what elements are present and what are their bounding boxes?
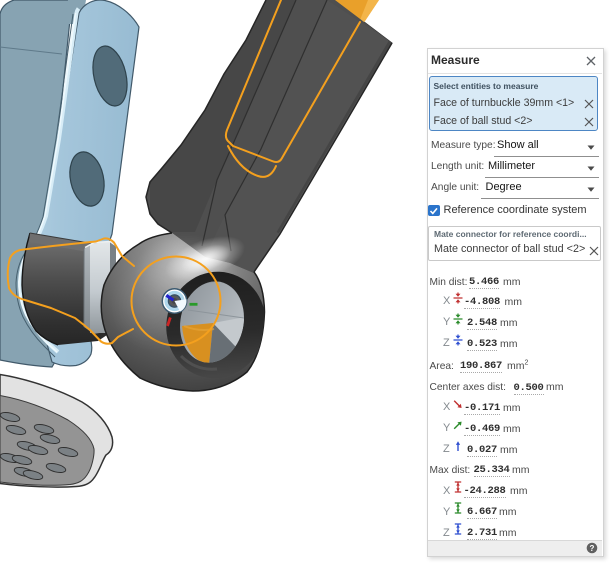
svg-text:?: ? (589, 543, 594, 552)
